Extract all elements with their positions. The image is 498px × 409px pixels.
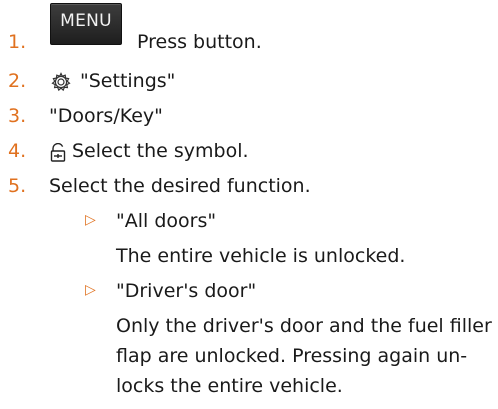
step-text: Press button. <box>137 31 262 53</box>
step-number: 3. <box>8 105 27 127</box>
option-description: The entire vehicle is unlocked. <box>116 245 406 267</box>
step-number: 2. <box>8 70 27 92</box>
step-2: 2. "Settings" <box>0 66 498 96</box>
step-4: 4. Select the symbol. <box>0 136 498 166</box>
step-1: 1. Press button. <box>0 27 498 57</box>
option-bullet-icon: ▷ <box>85 212 96 228</box>
instruction-page: MENU 1. Press button. 2. "Settings" 3. "… <box>0 0 498 409</box>
option-description-line: Only the driver's door and the fuel fill… <box>116 315 492 337</box>
step-3: 3. "Doors/Key" <box>0 101 498 131</box>
step-number: 1. <box>8 31 27 53</box>
option-label: "Driver's door" <box>116 280 257 302</box>
unlock-symbol-icon <box>50 142 66 172</box>
gear-icon <box>51 71 71 101</box>
step-5: 5. Select the desired function. <box>0 171 498 201</box>
option-description-line: flap are unlocked. Pressing again un- <box>116 345 468 367</box>
step-text: Select the symbol. <box>72 140 249 162</box>
step-text: "Doors/Key" <box>49 105 163 127</box>
step-text: Select the desired function. <box>49 175 311 197</box>
step-text: "Settings" <box>80 70 176 92</box>
option-bullet-icon: ▷ <box>85 282 96 298</box>
option-label: "All doors" <box>116 210 217 232</box>
step-number: 4. <box>8 140 27 162</box>
step-number: 5. <box>8 175 27 197</box>
option-description-line: locks the entire vehicle. <box>116 375 343 397</box>
